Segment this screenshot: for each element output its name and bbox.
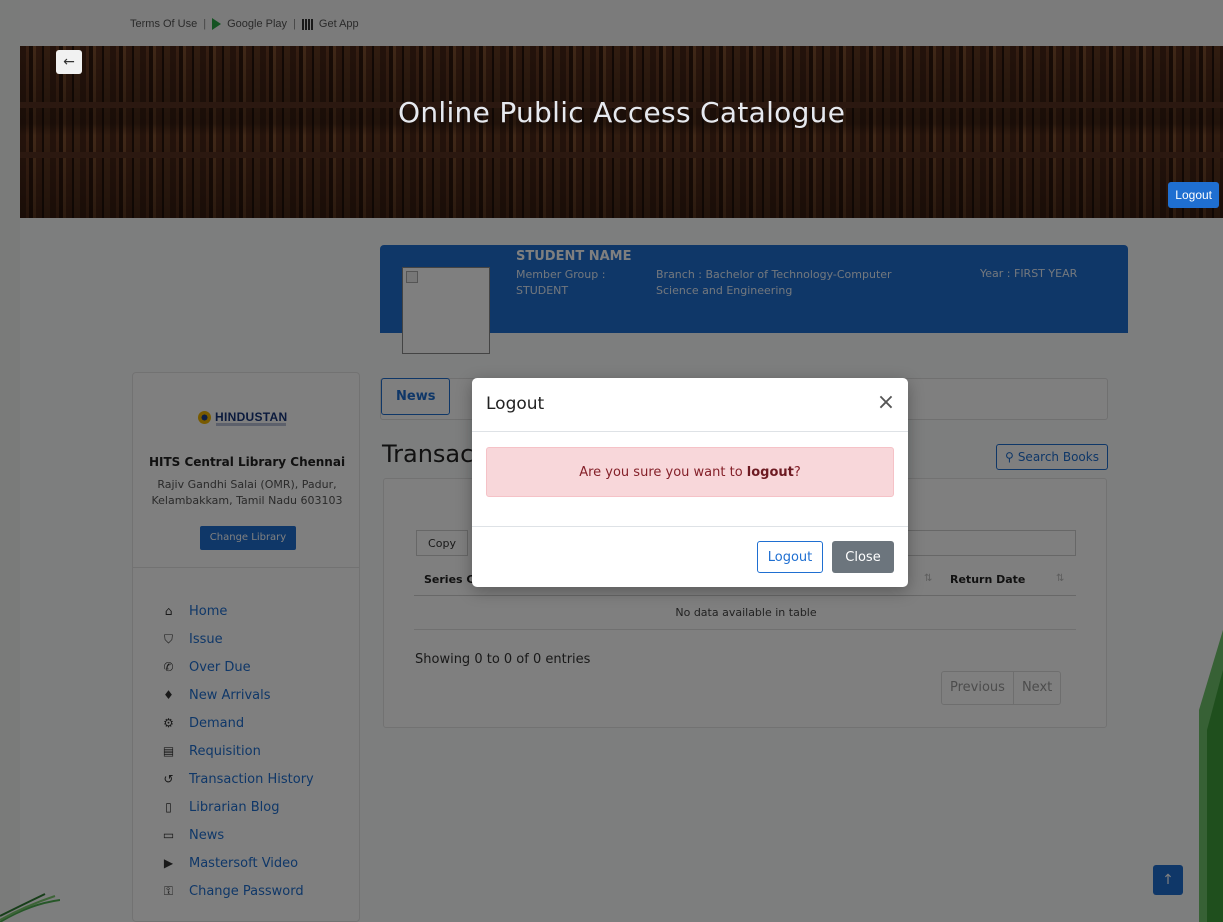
modal-title: Logout [486, 394, 545, 414]
back-button[interactable]: ← [56, 50, 82, 74]
modal-header: Logout × [472, 378, 908, 432]
modal-footer: Logout Close [472, 526, 908, 587]
alert-text-bold: logout [746, 464, 794, 480]
close-icon[interactable]: × [875, 392, 897, 415]
page-banner-title: Online Public Access Catalogue [398, 96, 846, 129]
modal-close-button[interactable]: Close [832, 541, 894, 573]
alert-text-suffix: ? [793, 464, 801, 480]
alert-text-prefix: Are you sure you want to [579, 464, 747, 480]
logout-confirm-alert: Are you sure you want to logout ? [486, 447, 894, 497]
arrow-left-icon: ← [63, 54, 75, 70]
header-logout-button[interactable]: Logout [1168, 182, 1219, 208]
confirm-logout-button[interactable]: Logout [757, 541, 823, 573]
shelf-divider [20, 152, 1223, 158]
logout-modal: Logout × Are you sure you want to logout… [472, 378, 908, 587]
